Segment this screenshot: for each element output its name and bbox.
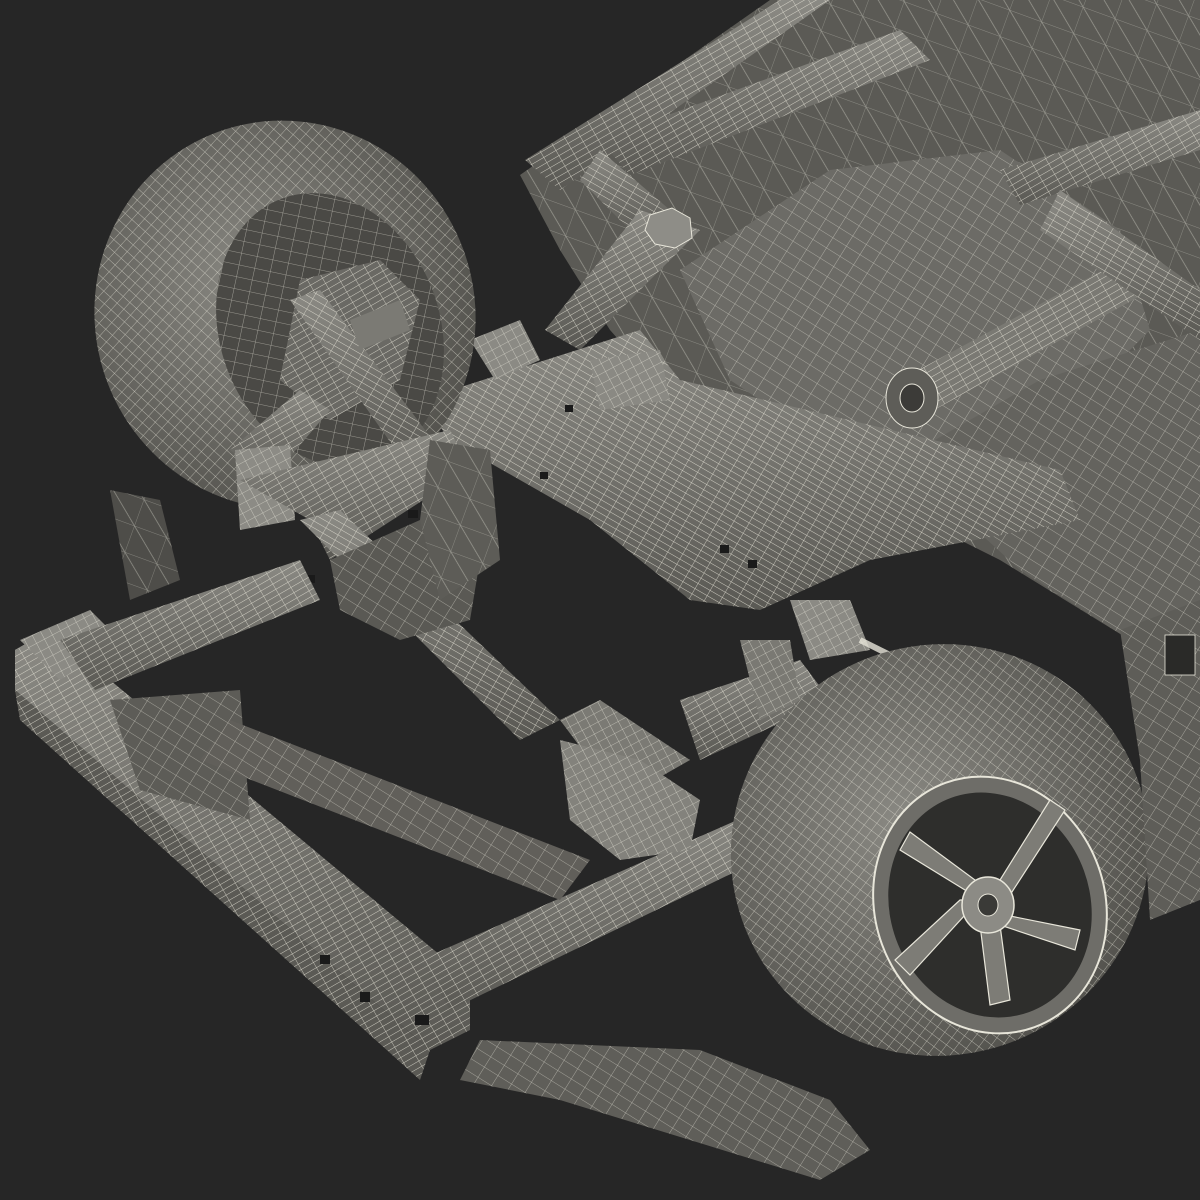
front-bumper-beam <box>15 610 470 1080</box>
render-viewport <box>0 0 1200 1200</box>
chassis-wireframe-render <box>15 0 1200 1180</box>
lower-splash-shield <box>460 1040 870 1180</box>
